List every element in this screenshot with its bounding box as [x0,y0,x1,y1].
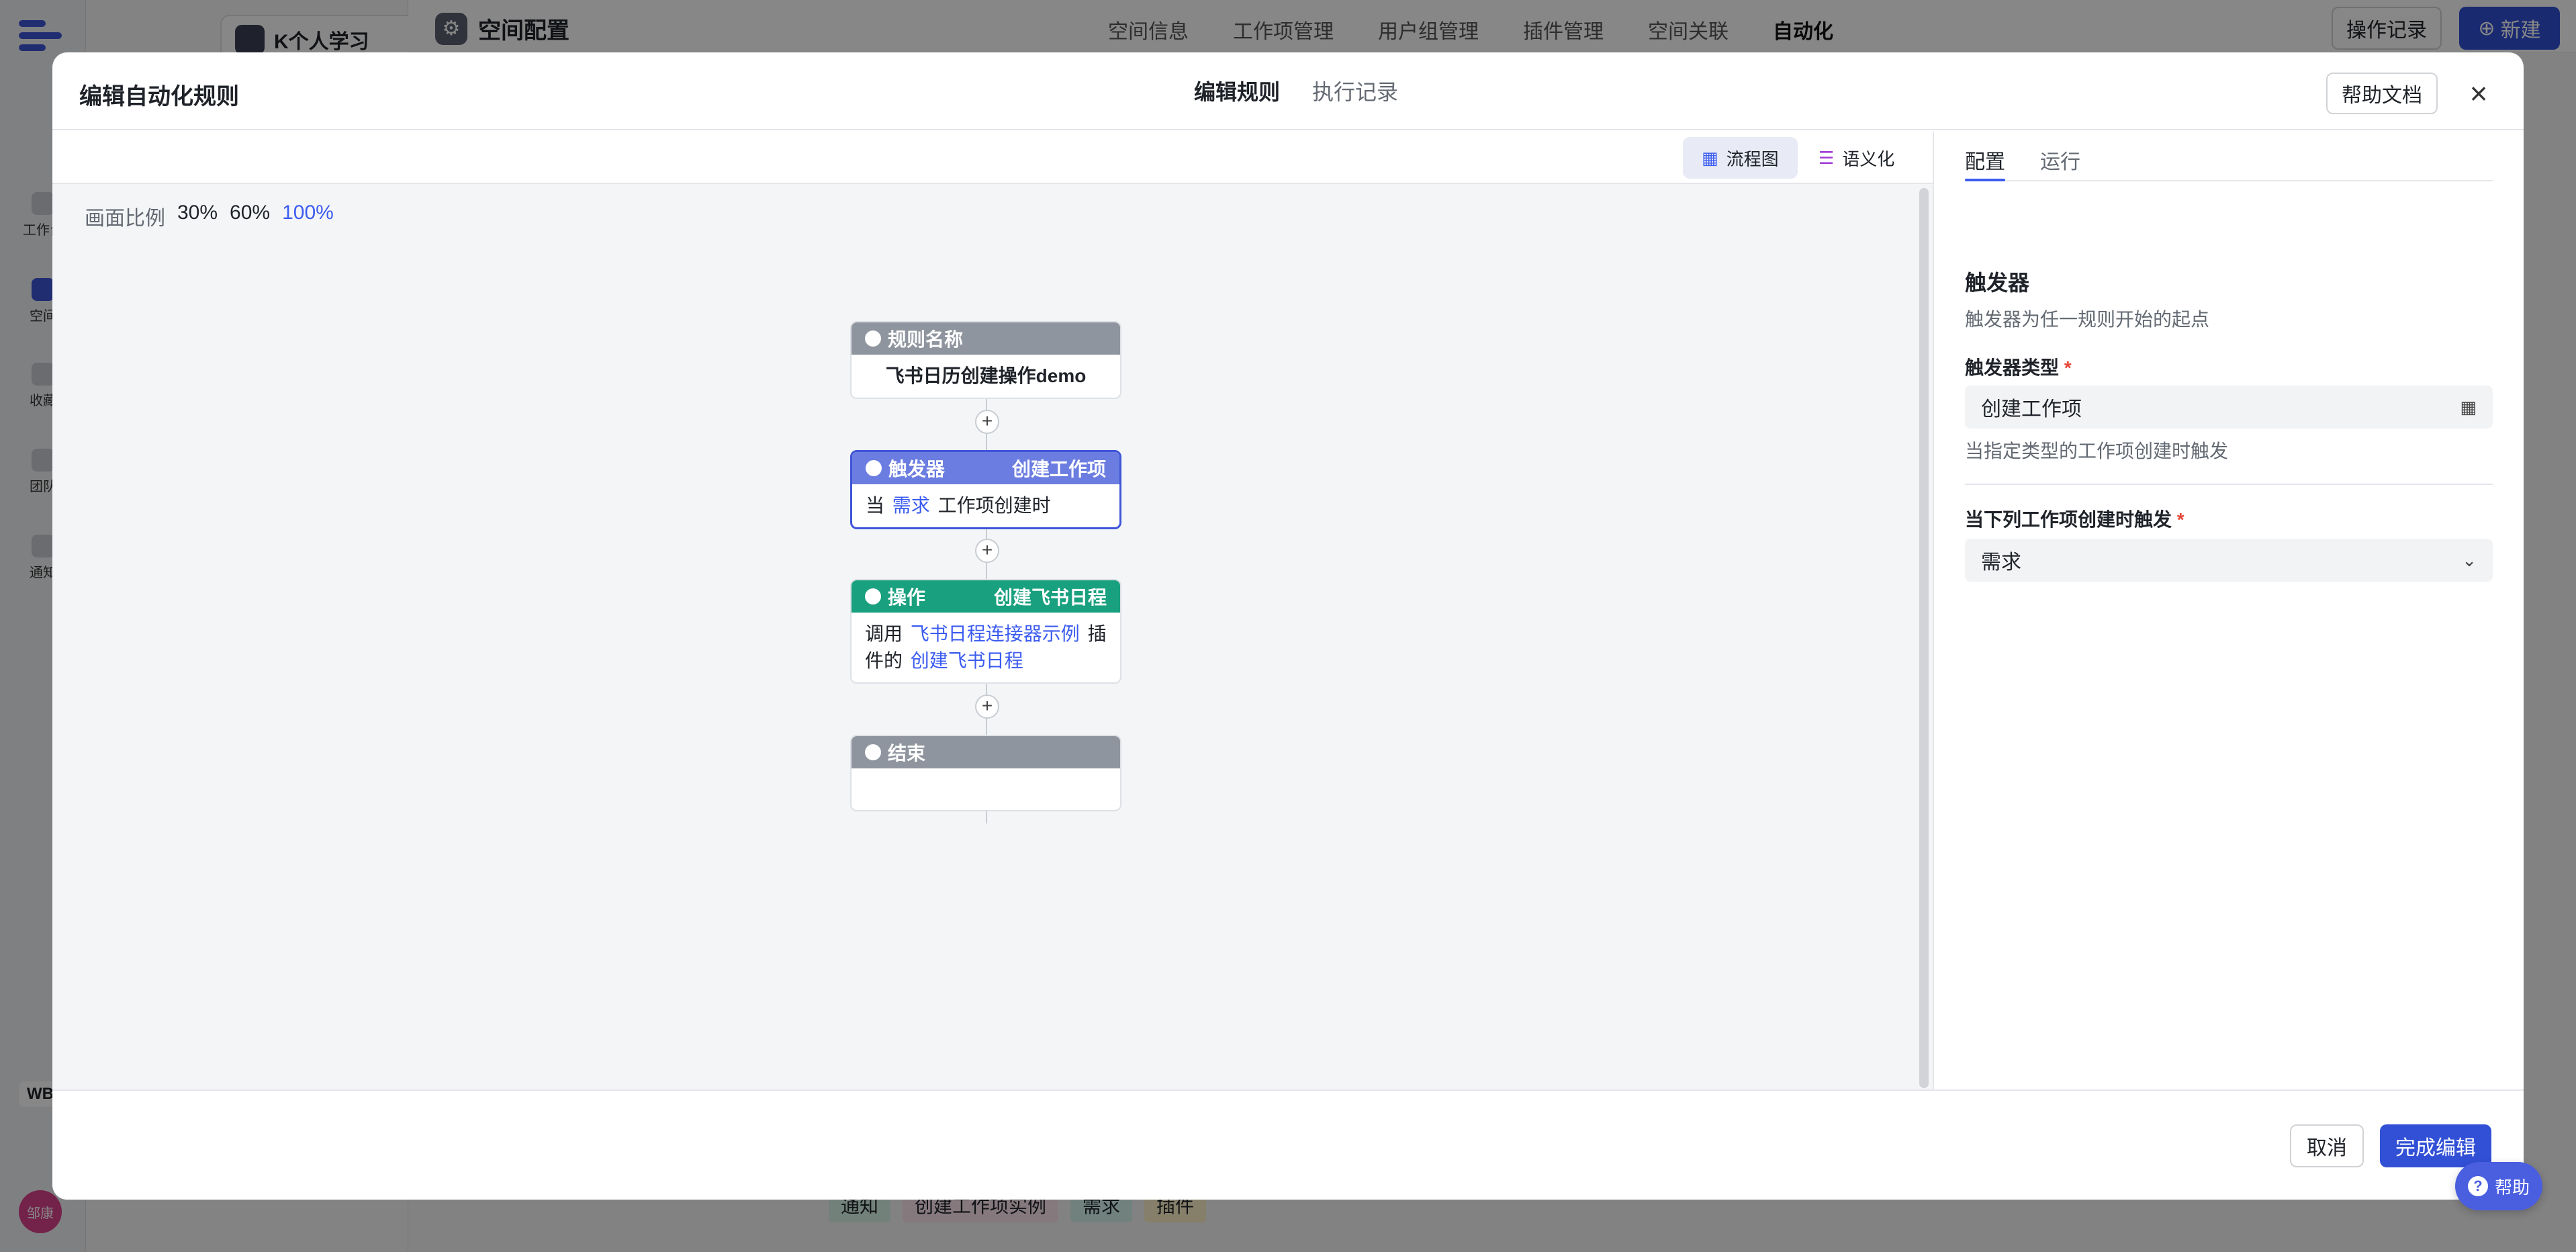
close-icon[interactable]: × [2460,75,2497,111]
edit-rule-modal: 编辑自动化规则 编辑规则 执行记录 帮助文档 × ▦ 流程图 ☰ 语义化 画面比… [52,52,2524,1200]
work-item-select[interactable]: 需求 ⌄ [1965,539,2493,582]
trigger-work-item-link[interactable]: 需求 [890,495,933,516]
view-flowchart-button[interactable]: ▦ 流程图 [1683,137,1798,179]
action-plugin-link[interactable]: 飞书日程连接器示例 [908,623,1083,644]
modal-tabs: 编辑规则 执行记录 [1194,75,1398,111]
play-icon [865,330,881,347]
action-icon [865,588,881,605]
cancel-button[interactable]: 取消 [2290,1124,2364,1167]
end-node[interactable]: 结束 [850,735,1121,811]
section-title: 触发器 [1965,271,2030,295]
tab-exec-log[interactable]: 执行记录 [1312,75,1398,111]
tab-config[interactable]: 配置 [1965,145,2005,181]
trigger-type-hint: 当指定类型的工作项创建时触发 [1965,441,2229,461]
section-description: 触发器为任一规则开始的起点 [1965,309,2210,330]
flowchart-icon: ▦ [1702,147,1718,168]
tab-run[interactable]: 运行 [2040,145,2080,180]
action-node[interactable]: 操作 创建飞书日程 调用 飞书日程连接器示例 插件的 创建飞书日程 [850,579,1121,684]
trigger-node[interactable]: 触发器 创建工作项 当 需求 工作项创建时 [850,450,1121,529]
modal-footer: 取消 完成编辑 [52,1089,2524,1200]
chevron-down-icon: ⌄ [2462,549,2477,570]
rule-name-node[interactable]: 规则名称 飞书日历创建操作demo [850,321,1121,399]
tab-edit-rule[interactable]: 编辑规则 [1194,75,1280,111]
trigger-type-field[interactable]: 创建工作项 ▦ [1965,386,2493,429]
add-step-button[interactable]: + [975,410,999,434]
work-item-label: 当下列工作项创建时触发 * [1965,509,2184,530]
help-doc-button[interactable]: 帮助文档 [2326,73,2438,114]
trigger-icon [866,460,882,476]
grid-add-icon: ▦ [2460,396,2477,417]
stop-icon [865,744,881,760]
add-step-button[interactable]: + [975,695,999,719]
zoom-ratio: 画面比例 30% 60% 100% [85,202,334,231]
help-button[interactable]: ? 帮助 [2455,1162,2542,1210]
add-step-button[interactable]: + [975,539,999,563]
list-icon: ☰ [1819,147,1835,168]
modal-title: 编辑自动化规则 [79,84,239,109]
modal-header: 编辑自动化规则 编辑规则 执行记录 帮助文档 × [52,52,2524,130]
canvas-scrollbar[interactable] [1919,188,1929,1088]
trigger-type-label: 触发器类型 * [1965,357,2072,378]
zoom-60[interactable]: 60% [230,202,270,231]
rule-name-value: 飞书日历创建操作demo [885,365,1087,386]
divider [1965,484,2493,485]
done-button[interactable]: 完成编辑 [2380,1124,2491,1167]
zoom-30[interactable]: 30% [177,202,218,231]
view-semantic-button[interactable]: ☰ 语义化 [1800,137,1913,179]
panel-tabs: 配置 运行 [1965,145,2493,181]
canvas-toolbar: ▦ 流程图 ☰ 语义化 [52,132,1933,184]
question-icon: ? [2467,1176,2488,1196]
action-method-link[interactable]: 创建飞书日程 [908,650,1026,671]
config-panel: 配置 运行 触发器 触发器为任一规则开始的起点 触发器类型 * 创建工作项 ▦ … [1933,132,2524,1089]
zoom-100[interactable]: 100% [282,202,334,231]
flow-canvas[interactable]: ▦ 流程图 ☰ 语义化 画面比例 30% 60% 100% + + + 规则名称… [52,132,1933,1089]
